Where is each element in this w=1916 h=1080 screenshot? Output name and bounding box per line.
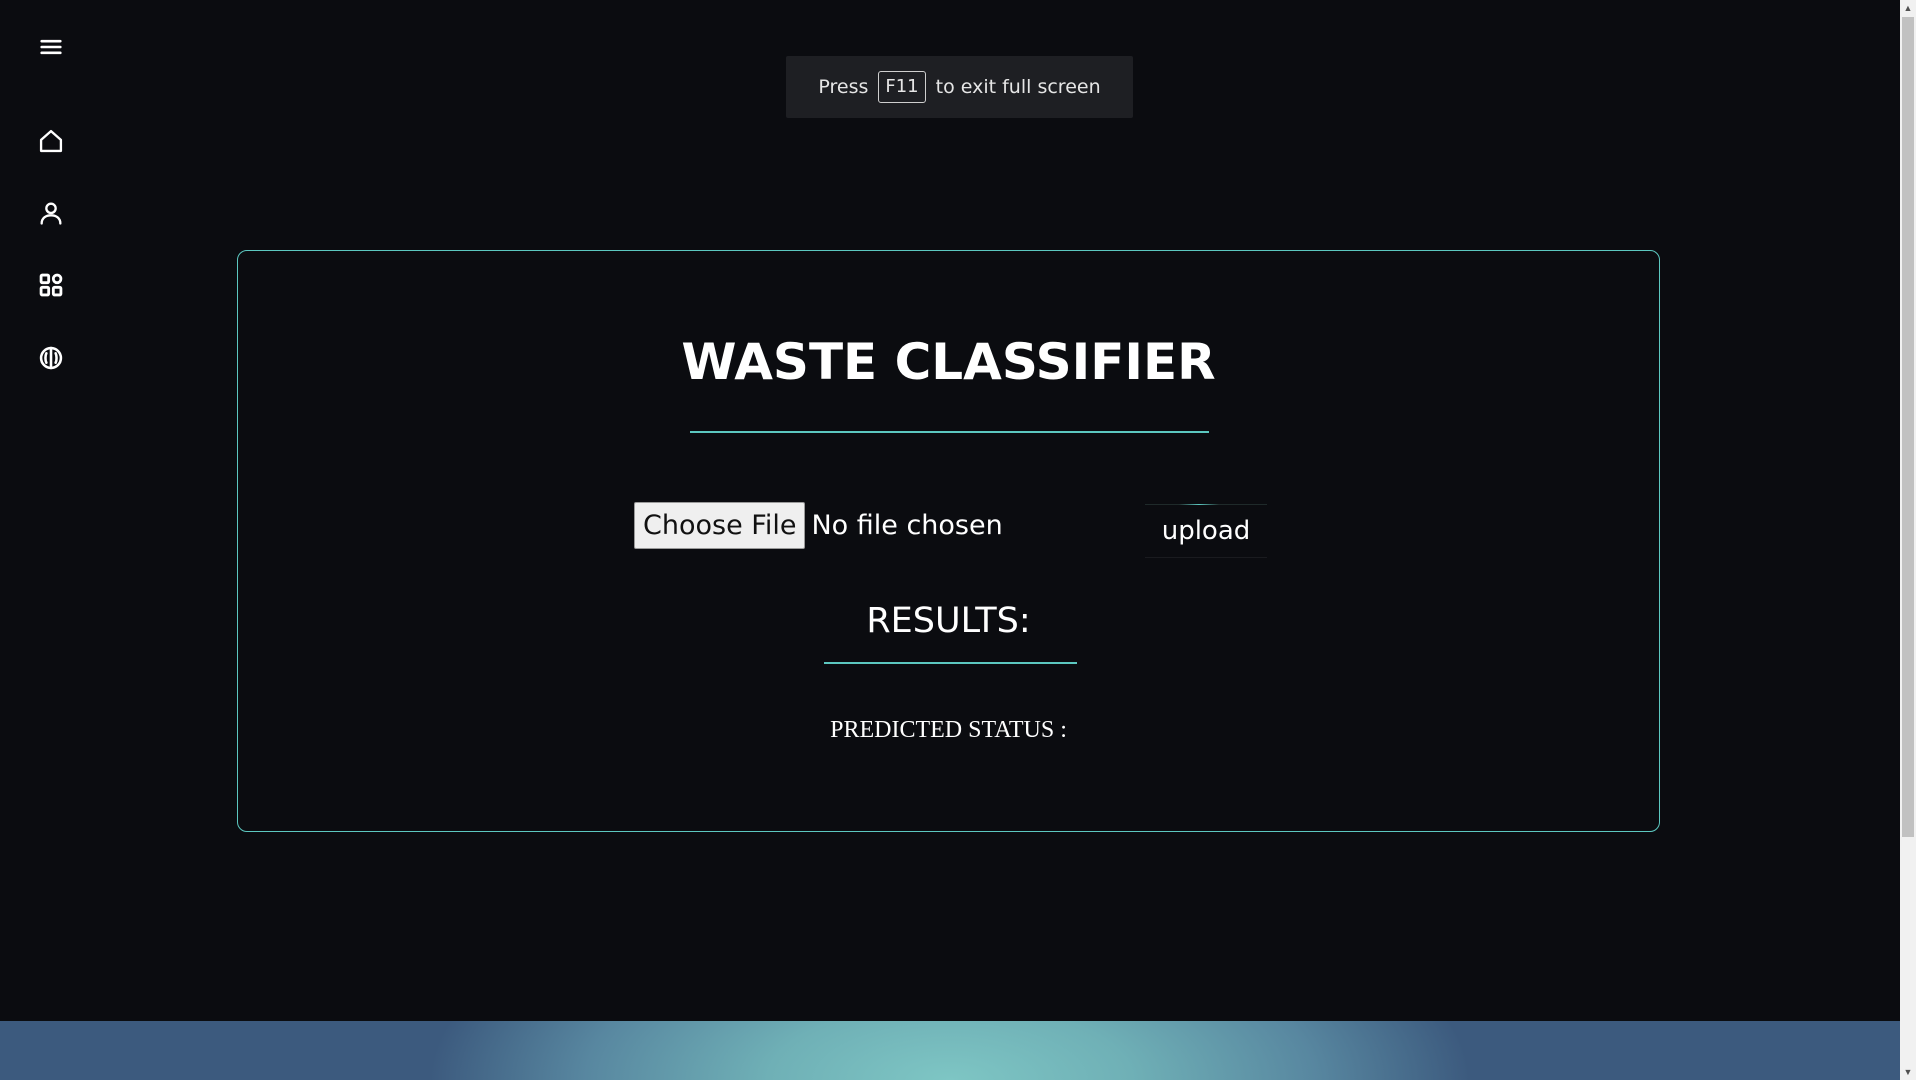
file-input[interactable]: Choose File No file chosen	[634, 502, 1003, 549]
scrollbar-thumb[interactable]	[1902, 17, 1914, 837]
results-divider	[824, 662, 1077, 664]
scroll-up-arrow-icon[interactable]: ▲	[1900, 0, 1916, 16]
menu-button[interactable]	[30, 26, 72, 68]
brain-icon	[39, 346, 63, 370]
scroll-down-arrow-icon[interactable]: ▼	[1900, 1064, 1916, 1080]
classifier-card: WASTE CLASSIFIER Choose File No file cho…	[237, 250, 1660, 832]
results-heading: RESULTS:	[866, 601, 1031, 641]
scrollbar[interactable]: ▲ ▼	[1900, 0, 1916, 1080]
sidebar-item-apps[interactable]	[30, 264, 72, 306]
choose-file-button[interactable]: Choose File	[634, 502, 806, 549]
home-icon	[39, 129, 63, 153]
sidebar-item-brain[interactable]	[30, 337, 72, 379]
upload-button[interactable]: upload	[1145, 504, 1267, 558]
sidebar-item-home[interactable]	[30, 120, 72, 162]
fullscreen-notice-suffix: to exit full screen	[935, 76, 1101, 98]
menu-icon	[40, 39, 62, 55]
f11-key: F11	[878, 71, 926, 103]
fullscreen-notice-prefix: Press	[818, 76, 869, 98]
footer-gradient	[0, 1021, 1900, 1080]
predicted-status: PREDICTED STATUS :	[830, 717, 1067, 743]
title-divider	[690, 431, 1209, 433]
sidebar-item-user[interactable]	[30, 192, 72, 234]
file-status: No file chosen	[811, 510, 1003, 541]
sidebar	[0, 0, 100, 1020]
user-icon	[40, 202, 62, 225]
page-title: WASTE CLASSIFIER	[681, 333, 1216, 391]
fullscreen-notice: Press F11 to exit full screen	[786, 56, 1133, 118]
apps-icon	[39, 273, 63, 297]
page: Press F11 to exit full screen WASTE CLAS…	[0, 0, 1916, 1080]
